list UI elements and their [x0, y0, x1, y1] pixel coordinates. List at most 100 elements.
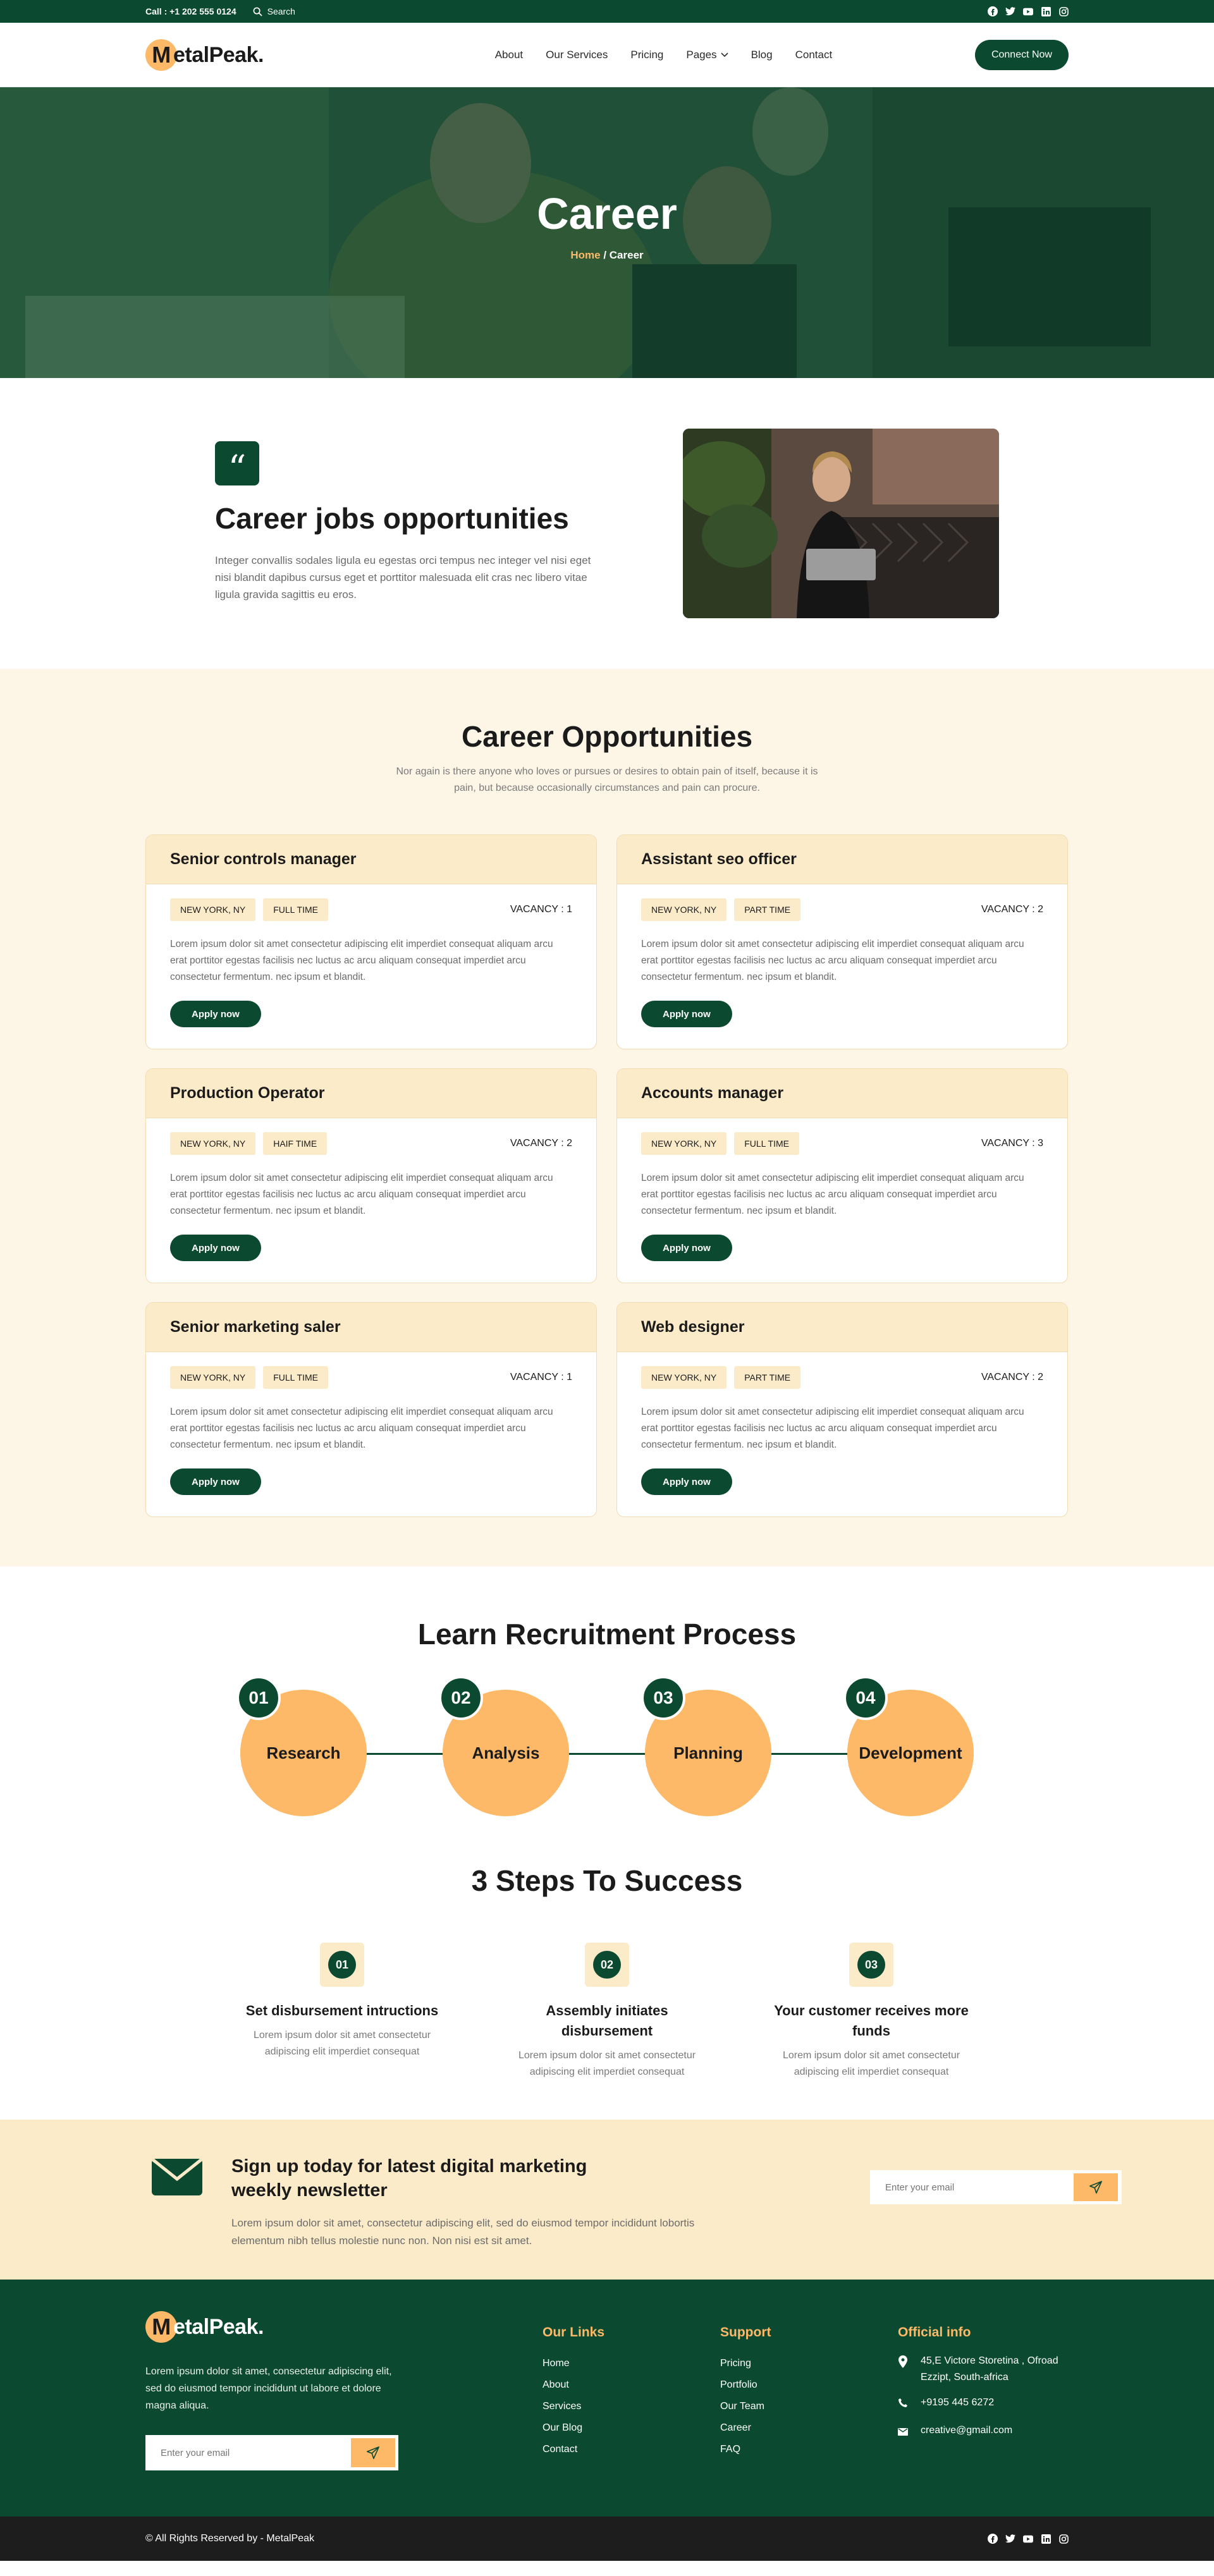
nav-item-blog[interactable]: Blog: [751, 49, 773, 61]
process-step-number: 02: [439, 1676, 483, 1720]
apply-now-button[interactable]: Apply now: [641, 1001, 732, 1027]
instagram-icon[interactable]: [1058, 2534, 1069, 2544]
intro-text: Integer convallis sodales ligula eu eges…: [215, 554, 591, 601]
facebook-icon[interactable]: [988, 2534, 998, 2544]
footer-email: creative@gmail.com: [898, 2422, 1088, 2441]
intro-photo: [683, 429, 999, 618]
opportunities-title: Career Opportunities: [461, 720, 753, 753]
job-vacancy: VACANCY : 2: [510, 1138, 572, 1149]
job-title: Senior marketing saler: [146, 1303, 596, 1352]
job-vacancy: VACANCY : 2: [981, 904, 1043, 915]
newsletter-email-input[interactable]: [870, 2170, 1074, 2204]
footer-link-blog[interactable]: Our Blog: [543, 2417, 604, 2439]
newsletter-submit-button[interactable]: [1074, 2173, 1118, 2201]
search-link[interactable]: Search: [253, 6, 295, 16]
step-text: Lorem ipsum dolor sit amet consectetur a…: [253, 2030, 431, 2057]
send-icon: [1089, 2181, 1102, 2194]
footer-link-career[interactable]: Career: [720, 2417, 771, 2439]
linkedin-icon[interactable]: [1041, 2534, 1051, 2544]
job-card: Production Operator NEW YORK, NY HAIF TIM…: [145, 1068, 597, 1283]
process-step-label: Research: [266, 1743, 341, 1762]
job-card: Senior marketing saler NEW YORK, NY FULL …: [145, 1302, 597, 1517]
job-card: Accounts manager NEW YORK, NY FULL TIME V…: [616, 1068, 1068, 1283]
job-card: Senior controls manager NEW YORK, NY FULL…: [145, 834, 597, 1049]
footer-link-about[interactable]: About: [543, 2374, 604, 2396]
job-type-tag: PART TIME: [734, 1366, 801, 1389]
apply-now-button[interactable]: Apply now: [641, 1235, 732, 1261]
job-location-tag: NEW YORK, NY: [641, 898, 727, 921]
job-description: Lorem ipsum dolor sit amet consectetur a…: [641, 1407, 1024, 1450]
footer-address-text: 45,E Victore Storetina , Ofroad Ezzipt, …: [921, 2355, 1058, 2383]
footer-submit-button[interactable]: [351, 2438, 395, 2467]
process-step: 04 Development: [843, 1676, 974, 1816]
breadcrumb-separator: /: [600, 249, 610, 261]
footer-link-pricing[interactable]: Pricing: [720, 2353, 771, 2374]
process-step-label: Development: [859, 1743, 962, 1762]
twitter-icon[interactable]: [1005, 6, 1015, 16]
job-vacancy: VACANCY : 3: [981, 1138, 1043, 1149]
success-step: 01 Set disbursement intructions Lorem ip…: [238, 1943, 446, 2060]
footer-links-column: Our Links Home About Services Our Blog C…: [543, 2325, 604, 2460]
footer-address: 45,E Victore Storetina , Ofroad Ezzipt, …: [898, 2353, 1088, 2386]
job-location-tag: NEW YORK, NY: [170, 1366, 256, 1389]
apply-now-button[interactable]: Apply now: [170, 1001, 261, 1027]
youtube-icon[interactable]: [1023, 2534, 1033, 2544]
step-badge: 01: [320, 1943, 364, 1987]
footer-link-portfolio[interactable]: Portfolio: [720, 2374, 771, 2396]
process-step-number: 04: [843, 1676, 888, 1720]
intro-title: Career jobs opportunities: [215, 502, 569, 535]
nav-item-pages[interactable]: Pages: [686, 49, 728, 61]
footer-info-title: Official info: [898, 2325, 971, 2340]
footer-subscribe-form: [145, 2435, 398, 2470]
step-number: 03: [857, 1951, 885, 1979]
footer-link-faq[interactable]: FAQ: [720, 2439, 771, 2460]
nav-item-contact[interactable]: Contact: [795, 49, 833, 61]
process-step: 01 Research: [236, 1676, 367, 1816]
footer-link-contact[interactable]: Contact: [543, 2439, 604, 2460]
facebook-icon[interactable]: [988, 6, 998, 16]
step-number: 01: [328, 1951, 356, 1979]
footer-link-team[interactable]: Our Team: [720, 2396, 771, 2417]
social-links: [988, 6, 1069, 16]
youtube-icon[interactable]: [1023, 6, 1033, 16]
footer-link-services[interactable]: Services: [543, 2396, 604, 2417]
job-description: Lorem ipsum dolor sit amet consectetur a…: [170, 939, 553, 982]
footer-link-home[interactable]: Home: [543, 2353, 604, 2374]
step-title: Your customer receives more funds: [774, 2003, 969, 2039]
step-badge: 02: [585, 1943, 629, 1987]
job-vacancy: VACANCY : 1: [510, 1372, 572, 1383]
job-card: Assistant seo officer NEW YORK, NY PART T…: [616, 834, 1068, 1049]
footer-phone-text[interactable]: +9195 445 6272: [921, 2395, 994, 2414]
apply-now-button[interactable]: Apply now: [170, 1235, 261, 1261]
job-title: Accounts manager: [617, 1069, 1067, 1118]
process-step: 02 Analysis: [439, 1676, 569, 1816]
apply-now-button[interactable]: Apply now: [641, 1468, 732, 1495]
nav-item-services[interactable]: Our Services: [546, 49, 608, 61]
twitter-icon[interactable]: [1005, 2534, 1015, 2544]
footer-logo[interactable]: M etalPeak.: [145, 2311, 264, 2343]
top-bar: Call : +1 202 555 0124 Search: [0, 0, 1214, 23]
footer-email-input[interactable]: [145, 2435, 351, 2470]
nav-item-about[interactable]: About: [495, 49, 523, 61]
footer-phone: +9195 445 6272: [898, 2395, 1088, 2414]
nav-item-pages-label: Pages: [686, 49, 717, 61]
search-label: Search: [267, 6, 295, 16]
footer-email-text[interactable]: creative@gmail.com: [921, 2422, 1012, 2441]
newsletter-text: Lorem ipsum dolor sit amet, consectetur …: [231, 2217, 695, 2247]
career-opportunities-section: Career Opportunities Nor again is there …: [0, 669, 1214, 1566]
site-logo[interactable]: M etalPeak.: [145, 39, 264, 71]
job-location-tag: NEW YORK, NY: [641, 1366, 727, 1389]
step-title: Assembly initiates disbursement: [546, 2003, 668, 2039]
footer-support-column: Support Pricing Portfolio Our Team Caree…: [720, 2325, 771, 2460]
step-number: 02: [593, 1951, 621, 1979]
connect-now-button[interactable]: Connect Now: [974, 40, 1069, 70]
linkedin-icon[interactable]: [1041, 6, 1051, 16]
footer-social-links: [988, 2534, 1069, 2544]
breadcrumb-home[interactable]: Home: [570, 249, 600, 261]
nav-item-pricing[interactable]: Pricing: [630, 49, 663, 61]
newsletter-form: [870, 2170, 1122, 2204]
apply-now-button[interactable]: Apply now: [170, 1468, 261, 1495]
success-step: 02 Assembly initiates disbursement Lorem…: [503, 1943, 711, 2080]
process-step-label: Analysis: [472, 1743, 540, 1762]
instagram-icon[interactable]: [1058, 6, 1069, 16]
